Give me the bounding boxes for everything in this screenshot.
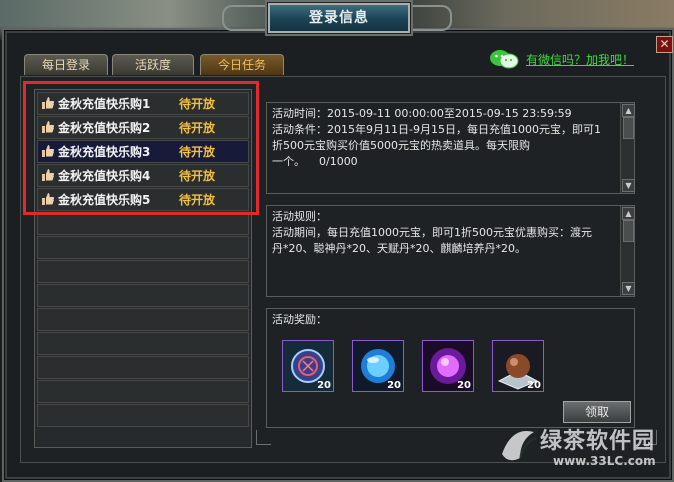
scroll-thumb[interactable] [623, 220, 634, 242]
corner-ornament [256, 430, 271, 445]
reward-slot[interactable]: 20 [492, 340, 544, 392]
tab-activity[interactable]: 活跃度 [112, 54, 194, 75]
tab-today-tasks[interactable]: 今日任务 [200, 54, 284, 75]
activity-condition-1: 活动条件：2015年9月11日-9月15日，每日充值1000元宝，即可1 [272, 123, 601, 136]
rules-scrollbar[interactable]: ▲ ▼ [620, 206, 635, 296]
scroll-up-icon[interactable]: ▲ [622, 104, 635, 117]
reward-count: 20 [457, 380, 471, 391]
activity-condition-2: 折500元宝购买价值5000元宝的热卖道具。每天限购 [272, 139, 530, 152]
rules-text-1: 活动期间，每日充值1000元宝，即可1折500元宝优惠购买：渡元 [272, 226, 592, 239]
empty-row [37, 236, 249, 259]
reward-slot[interactable]: 20 [422, 340, 474, 392]
empty-row [37, 404, 249, 427]
activity-condition-3: 一个。 0/1000 [272, 155, 358, 168]
rules-box: 活动规则： 活动期间，每日充值1000元宝，即可1折500元宝优惠购买：渡元 丹… [266, 205, 635, 297]
detail-scrollbar[interactable]: ▲ ▼ [620, 103, 635, 193]
wechat-icon[interactable] [488, 48, 520, 70]
rewards-label: 活动奖励： [272, 313, 327, 326]
empty-row [37, 380, 249, 403]
activity-time: 活动时间：2015-09-11 00:00:00至2015-09-15 23:5… [272, 107, 572, 120]
scroll-up-icon[interactable]: ▲ [622, 207, 635, 220]
watermark-text: 绿茶软件园 [540, 429, 656, 454]
title-ornament-left [222, 5, 274, 31]
rules-text-2: 丹*20、聪神丹*20、天赋丹*20、麒麟培养丹*20。 [272, 242, 526, 255]
scroll-down-icon[interactable]: ▼ [622, 282, 635, 295]
empty-row [37, 308, 249, 331]
rules-heading: 活动规则： [272, 210, 327, 223]
watermark-url: www.33LC.com [553, 454, 656, 468]
reward-count: 20 [387, 380, 401, 391]
empty-row [37, 356, 249, 379]
tab-daily-login[interactable]: 每日登录 [24, 54, 108, 75]
scroll-thumb[interactable] [623, 117, 634, 139]
empty-row [37, 332, 249, 355]
window-title: 登录信息 [268, 3, 410, 33]
close-button[interactable]: ✕ [656, 36, 673, 53]
activity-detail-box: 活动时间：2015-09-11 00:00:00至2015-09-15 23:5… [266, 102, 635, 194]
red-highlight-frame [23, 81, 259, 215]
empty-row [37, 284, 249, 307]
reward-count: 20 [527, 380, 541, 391]
wechat-link[interactable]: 有微信吗？加我吧！ [526, 51, 634, 68]
empty-row [37, 260, 249, 283]
reward-count: 20 [317, 380, 331, 391]
scroll-down-icon[interactable]: ▼ [622, 179, 635, 192]
empty-row [37, 212, 249, 235]
reward-slot[interactable]: 20 [352, 340, 404, 392]
reward-slot[interactable]: 20 [282, 340, 334, 392]
